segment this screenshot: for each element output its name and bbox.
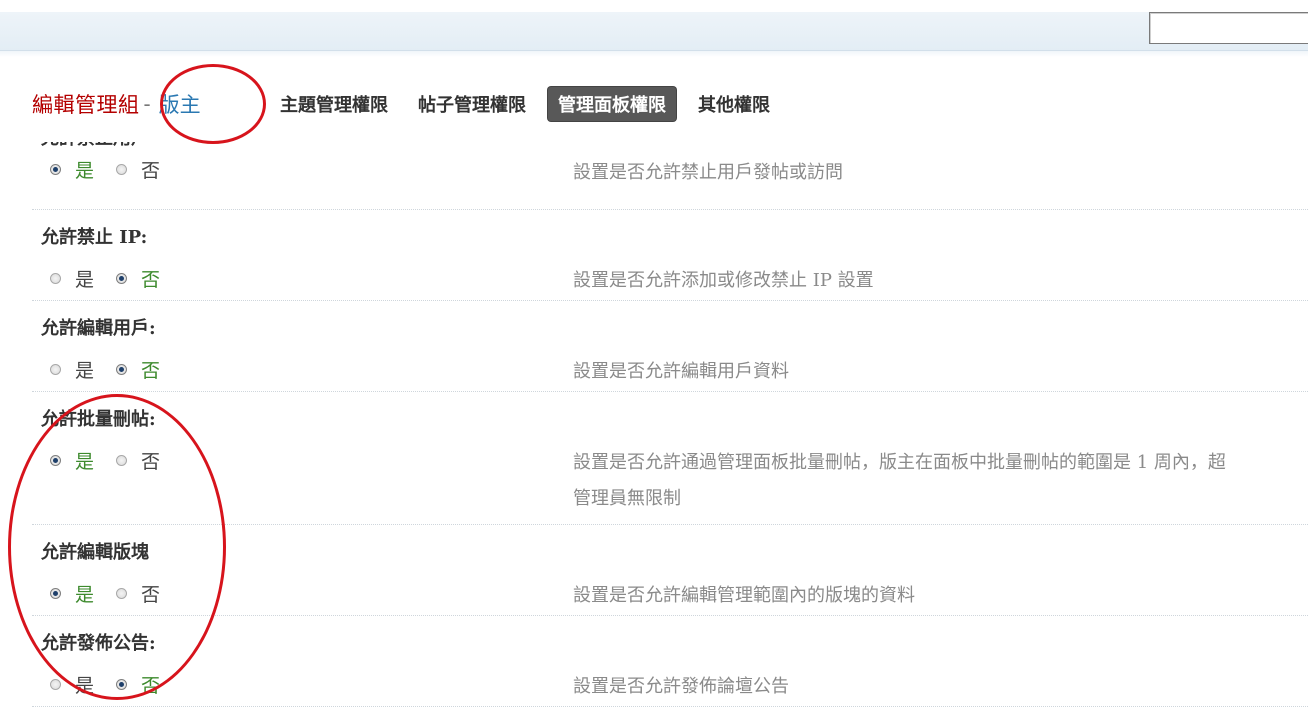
radio-button-checked[interactable]	[50, 164, 61, 175]
radio-yes[interactable]: 是	[50, 580, 94, 607]
permission-tabs: 主題管理權限 帖子管理權限 管理面板權限 其他權限	[272, 87, 792, 121]
setting-label: 允許發佈公告:	[41, 633, 156, 654]
radio-group: 是 否	[50, 156, 182, 183]
radio-yes[interactable]: 是	[50, 265, 94, 292]
radio-button[interactable]	[116, 455, 128, 466]
setting-label: 允許編輯用戶:	[41, 318, 156, 339]
tab-post-permissions[interactable]: 帖子管理權限	[410, 88, 534, 120]
setting-row-ban-user: 允許禁止用戶 是 否 設置是否允許禁止用戶發帖或訪問	[32, 142, 1308, 210]
setting-description: 設置是否允許發佈論壇公告	[573, 676, 789, 697]
setting-description: 設置是否允許禁止用戶發帖或訪問	[573, 162, 843, 183]
radio-button[interactable]	[50, 273, 61, 284]
setting-row-post-announcement: 允許發佈公告: 是 否 設置是否允許發佈論壇公告	[32, 615, 1308, 707]
setting-description-continued: 管理員無限制	[573, 488, 681, 509]
role-name: 版主	[158, 93, 201, 117]
tab-other-permissions[interactable]: 其他權限	[690, 88, 778, 120]
setting-label: 允許禁止用戶	[41, 142, 149, 150]
radio-no[interactable]: 否	[116, 671, 160, 698]
radio-button-checked[interactable]	[116, 364, 128, 375]
page-header: 編輯管理組 - 版主	[32, 88, 201, 120]
radio-button[interactable]	[116, 164, 128, 175]
radio-button-checked[interactable]	[50, 588, 61, 599]
page-title: 編輯管理組	[32, 93, 140, 117]
setting-label: 允許批量刪帖:	[41, 409, 156, 430]
settings-list: 允許禁止用戶 是 否 設置是否允許禁止用戶發帖或訪問 允許禁止 IP: 是 否 …	[32, 142, 1308, 708]
radio-no[interactable]: 否	[116, 156, 160, 183]
setting-description: 設置是否允許添加或修改禁止 IP 設置	[573, 270, 874, 291]
setting-row-batch-delete: 允許批量刪帖: 是 否 設置是否允許通過管理面板批量刪帖，版主在面板中批量刪帖的…	[32, 391, 1308, 525]
radio-button-checked[interactable]	[116, 273, 128, 284]
radio-button[interactable]	[116, 588, 128, 599]
radio-group: 是 否	[50, 265, 182, 292]
radio-no[interactable]: 否	[116, 265, 160, 292]
radio-yes[interactable]: 是	[50, 447, 94, 474]
setting-description: 設置是否允許通過管理面板批量刪帖，版主在面板中批量刪帖的範圍是 1 周內，超	[573, 452, 1226, 473]
radio-yes[interactable]: 是	[50, 356, 94, 383]
setting-description: 設置是否允許編輯用戶資料	[573, 361, 789, 382]
radio-button[interactable]	[50, 679, 61, 690]
radio-group: 是 否	[50, 580, 182, 607]
radio-group: 是 否	[50, 447, 182, 474]
setting-label: 允許禁止 IP:	[41, 227, 148, 248]
setting-row-edit-user: 允許編輯用戶: 是 否 設置是否允許編輯用戶資料	[32, 300, 1308, 392]
radio-button-checked[interactable]	[116, 679, 128, 690]
tab-topic-permissions[interactable]: 主題管理權限	[272, 88, 396, 120]
search-input[interactable]	[1149, 12, 1308, 44]
setting-row-edit-forum: 允許編輯版塊 是 否 設置是否允許編輯管理範圍內的版塊的資料	[32, 524, 1308, 616]
tab-panel-permissions[interactable]: 管理面板權限	[548, 87, 676, 121]
title-separator: -	[143, 92, 151, 116]
top-bar-shadow	[0, 51, 1308, 57]
radio-no[interactable]: 否	[116, 580, 160, 607]
radio-yes[interactable]: 是	[50, 671, 94, 698]
setting-row-ban-ip: 允許禁止 IP: 是 否 設置是否允許添加或修改禁止 IP 設置	[32, 209, 1308, 301]
top-bar	[0, 12, 1308, 51]
setting-label: 允許編輯版塊	[41, 542, 149, 563]
radio-no[interactable]: 否	[116, 356, 160, 383]
radio-yes[interactable]: 是	[50, 156, 94, 183]
setting-description: 設置是否允許編輯管理範圍內的版塊的資料	[573, 585, 915, 606]
radio-button[interactable]	[50, 364, 61, 375]
radio-group: 是 否	[50, 356, 182, 383]
radio-button-checked[interactable]	[50, 455, 61, 466]
radio-group: 是 否	[50, 671, 182, 698]
radio-no[interactable]: 否	[116, 447, 160, 474]
